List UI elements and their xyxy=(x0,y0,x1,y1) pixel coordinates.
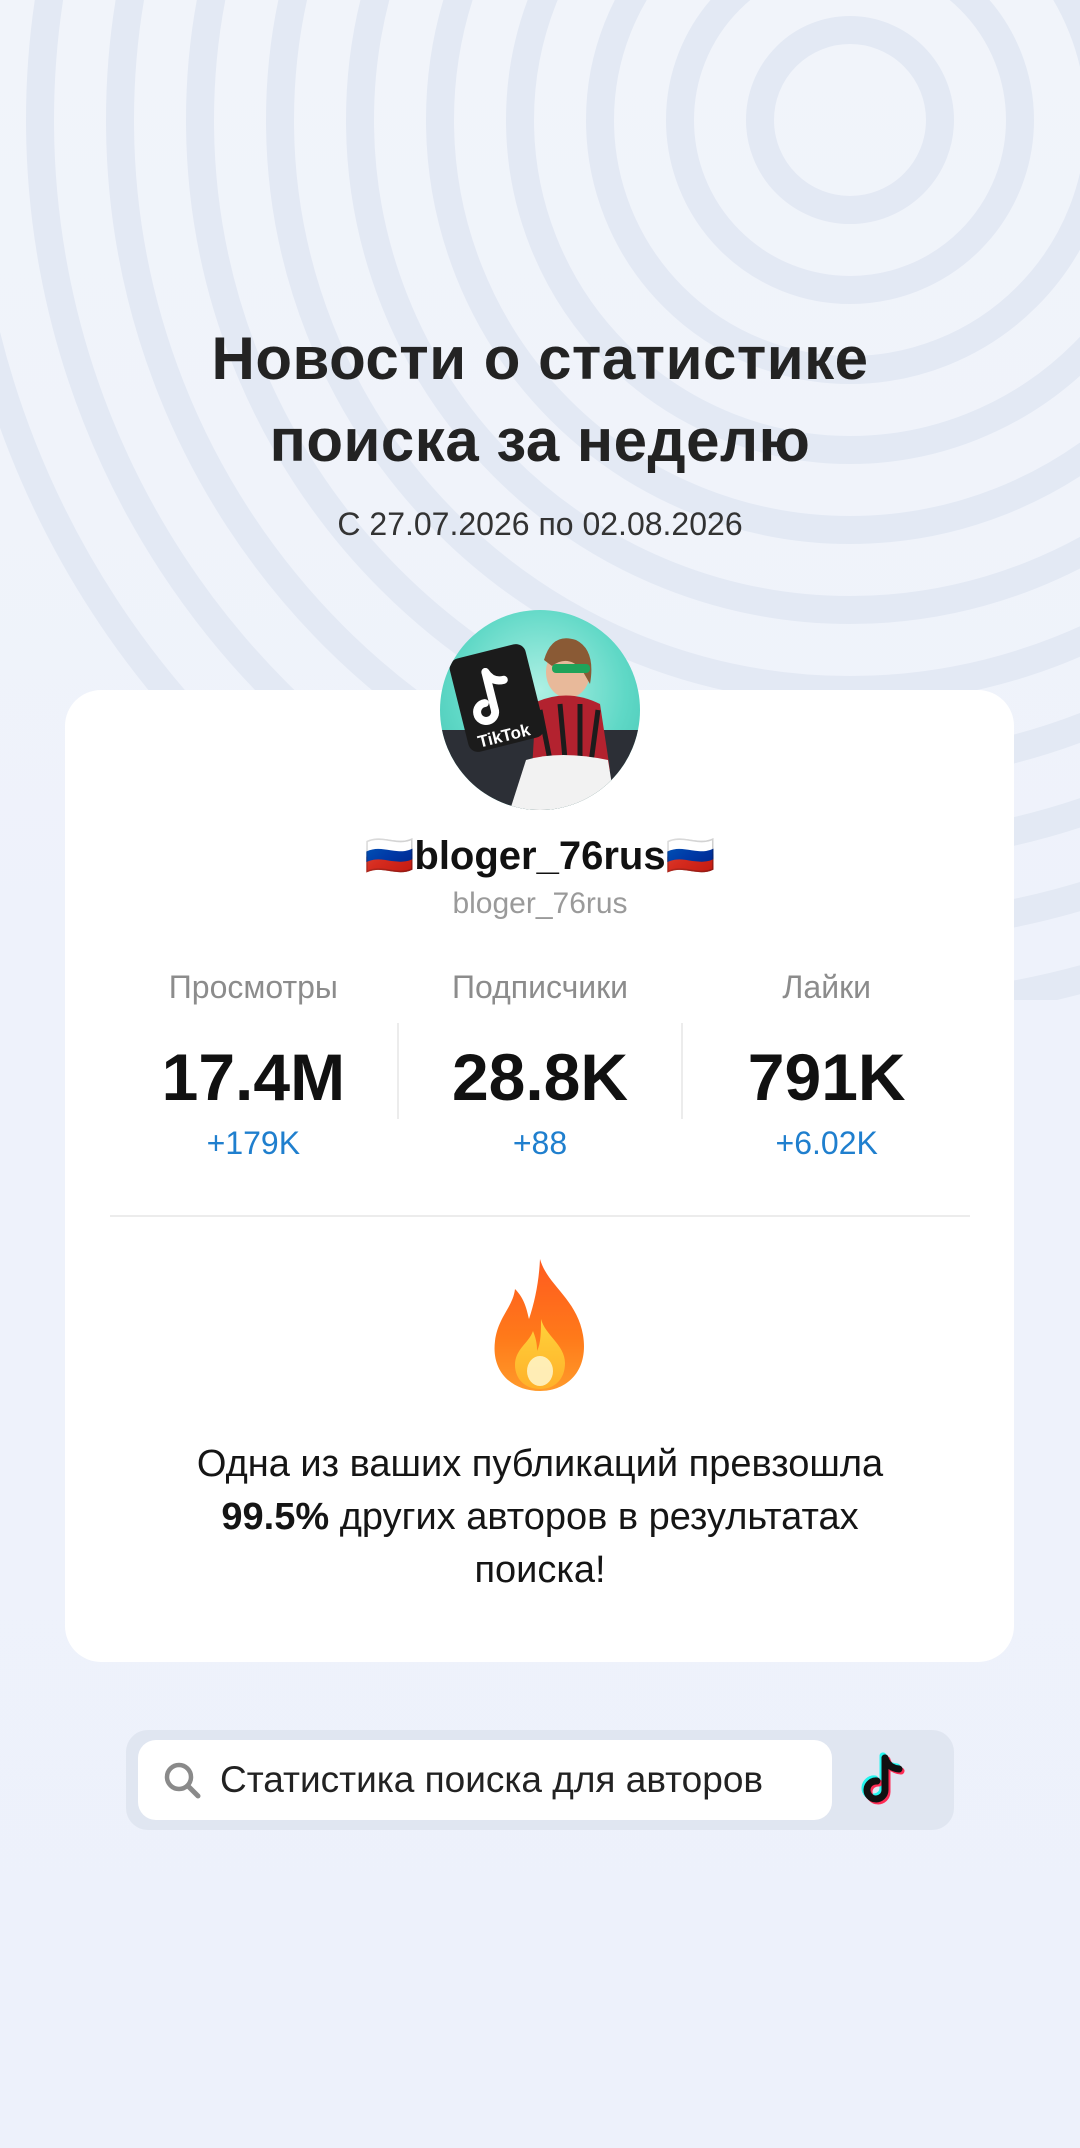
stats-row: Просмотры 17.4M +179K Подписчики 28.8K +… xyxy=(110,965,970,1163)
avatar[interactable]: TikTok xyxy=(440,610,640,810)
page-header: Новости о статистике поиска за неделю С … xyxy=(0,318,1080,543)
stat-delta: +88 xyxy=(512,1125,568,1161)
fire-icon xyxy=(494,1259,584,1391)
search-label: Статистика поиска для авторов xyxy=(220,1759,764,1800)
card-divider xyxy=(110,1215,970,1217)
stat-followers: Подписчики 28.8K +88 xyxy=(396,965,684,1163)
stat-divider xyxy=(396,1023,399,1119)
stat-delta: +179K xyxy=(206,1125,301,1161)
search-bar[interactable]: Статистика поиска для авторов xyxy=(126,1730,954,1830)
title-line-2: поиска за неделю xyxy=(269,407,811,474)
stat-value: 17.4M xyxy=(161,1040,346,1114)
title-line-1: Новости о статистике xyxy=(211,325,869,392)
stat-label: Подписчики xyxy=(451,969,629,1005)
stat-value: 791K xyxy=(747,1040,906,1114)
stat-delta: +6.02K xyxy=(775,1125,878,1161)
username-handle: bloger_76rus xyxy=(452,887,628,920)
stat-label: Лайки xyxy=(782,969,871,1005)
tiktok-logo-icon[interactable] xyxy=(856,1750,916,1810)
stat-likes: Лайки 791K +6.02K xyxy=(683,965,970,1163)
search-button[interactable]: Статистика поиска для авторов xyxy=(138,1740,832,1820)
date-range: С 27.07.2026 по 02.08.2026 xyxy=(337,506,743,542)
message-percent: 99.5% xyxy=(221,1496,330,1538)
avatar-image: TikTok xyxy=(440,638,640,810)
profile-names: 🇷🇺bloger_76rus🇷🇺 bloger_76rus xyxy=(0,828,1080,924)
page-title: Новости о статистике поиска за неделю xyxy=(0,318,1080,482)
stat-label: Просмотры xyxy=(168,969,338,1005)
message-line-3: поиска! xyxy=(474,1549,606,1591)
stat-value: 28.8K xyxy=(451,1040,629,1114)
stat-views: Просмотры 17.4M +179K xyxy=(110,965,397,1163)
message-line-2: других авторов в результатах xyxy=(329,1496,859,1538)
display-name[interactable]: 🇷🇺bloger_76rus🇷🇺 xyxy=(0,828,1080,884)
message-line-1: Одна из ваших публикаций превзошла xyxy=(196,1443,884,1485)
achievement-message: Одна из ваших публикаций превзошла 99.5%… xyxy=(120,1438,960,1597)
search-icon xyxy=(160,1758,204,1802)
